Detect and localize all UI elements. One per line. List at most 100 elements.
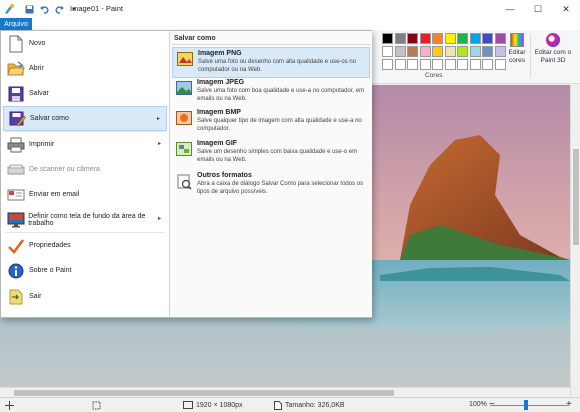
info-icon xyxy=(6,261,26,281)
open-folder-icon xyxy=(6,59,26,79)
color-swatch[interactable] xyxy=(432,33,443,44)
file-size: Tamanho: 326,0KB xyxy=(274,401,345,410)
desktop-background-icon xyxy=(6,210,25,230)
color-swatch[interactable] xyxy=(457,33,468,44)
tab-arquivo[interactable]: Arquivo xyxy=(0,18,32,30)
edit-with-paint3d-button[interactable]: Editar com o Paint 3D xyxy=(533,33,573,64)
save-as-format-title: Imagem PNG xyxy=(198,50,242,57)
zoom-level: 100% xyxy=(469,401,487,408)
file-menu-item[interactable]: Abrir xyxy=(3,56,167,81)
save-as-format-description: Salve qualquer tipo de imagem com alta q… xyxy=(197,118,362,132)
file-menu-item[interactable]: Salvar xyxy=(3,81,167,106)
undo-icon[interactable] xyxy=(38,3,50,15)
file-menu-item[interactable]: De scanner ou câmera xyxy=(3,157,167,182)
file-menu-item-label: Imprimir xyxy=(29,141,55,148)
file-menu-item-label: Novo xyxy=(29,40,46,47)
color-swatch[interactable] xyxy=(469,33,481,44)
save-as-submenu: Salvar como Imagem PNG Salve uma foto ou … xyxy=(170,31,372,317)
vertical-scroll-thumb[interactable] xyxy=(573,149,579,245)
color-swatch[interactable] xyxy=(382,46,393,57)
submenu-arrow-icon: ▸ xyxy=(157,216,161,222)
color-swatch[interactable] xyxy=(394,59,406,70)
color-swatch[interactable] xyxy=(407,46,418,57)
file-menu-item[interactable]: Sair xyxy=(3,284,167,309)
printer-icon xyxy=(6,135,26,155)
color-swatch[interactable] xyxy=(419,33,431,44)
minimize-button[interactable]: — xyxy=(496,0,524,18)
color-swatch[interactable] xyxy=(432,46,443,57)
file-menu-item[interactable]: Definir como tela de fundo da área de tr… xyxy=(3,207,167,232)
edit-colors-button[interactable]: Editar cores xyxy=(505,33,529,64)
color-swatch[interactable] xyxy=(482,33,493,44)
save-as-format-item[interactable]: Imagem PNG Salve uma foto ou desenho com … xyxy=(172,47,370,78)
save-as-format-item[interactable]: Imagem JPEG Salve uma foto com boa qualid… xyxy=(172,77,370,108)
color-swatch[interactable] xyxy=(382,33,393,44)
color-swatch[interactable] xyxy=(407,33,418,44)
file-menu-item[interactable]: Imprimir ▸ xyxy=(3,132,167,157)
file-menu-item[interactable]: Salvar como ▸ xyxy=(3,106,167,131)
exit-icon xyxy=(6,287,26,307)
file-menu: Novo Abrir Salvar Salvar como ▸ Imprimir ▸ De s… xyxy=(0,30,372,318)
color-swatch[interactable] xyxy=(494,33,506,44)
color-swatch[interactable] xyxy=(394,46,406,57)
file-menu-item-label: Enviar em email xyxy=(29,191,80,198)
edit-colors-label: Editar cores xyxy=(508,49,526,64)
colors-group-label: Cores xyxy=(425,72,443,79)
save-as-format-description: Salve uma foto com boa qualidade e use-a… xyxy=(197,88,365,102)
color-swatch[interactable] xyxy=(469,59,481,70)
save-as-icon xyxy=(7,109,27,129)
other-formats-icon xyxy=(176,174,192,190)
color-swatch[interactable] xyxy=(432,59,443,70)
color-swatch[interactable] xyxy=(482,59,493,70)
file-menu-item-label: Abrir xyxy=(29,65,44,72)
file-menu-item[interactable]: Sobre o Paint xyxy=(3,258,167,283)
color-swatch[interactable] xyxy=(382,59,393,70)
jpeg-image-icon xyxy=(176,81,192,95)
file-menu-item[interactable]: Propriedades xyxy=(3,233,167,258)
image-size-icon xyxy=(183,401,193,409)
save-as-format-item[interactable]: Outros formatos Abra a caixa de diálogo S… xyxy=(172,170,370,201)
zoom-in-button[interactable]: + xyxy=(566,399,572,410)
color-swatch[interactable] xyxy=(457,59,468,70)
save-as-format-item[interactable]: Imagem BMP Salve qualquer tipo de imagem … xyxy=(172,107,370,138)
file-size-icon xyxy=(274,401,282,410)
new-file-icon xyxy=(6,34,26,54)
color-swatch[interactable] xyxy=(494,46,506,57)
color-swatch[interactable] xyxy=(419,59,431,70)
color-swatch[interactable] xyxy=(444,33,456,44)
ribbon-tab-bar: Arquivo xyxy=(0,18,580,30)
save-as-format-description: Abra a caixa de diálogo Salvar Como para… xyxy=(197,181,364,195)
save-icon[interactable] xyxy=(23,3,35,15)
ribbon-divider xyxy=(530,34,531,78)
color-swatch[interactable] xyxy=(444,46,456,57)
file-menu-item-label: Definir como tela de fundo da área de tr… xyxy=(28,212,146,227)
submenu-arrow-icon: ▸ xyxy=(156,116,160,122)
color-swatch[interactable] xyxy=(469,46,481,57)
redo-icon[interactable] xyxy=(53,3,65,15)
color-swatch[interactable] xyxy=(407,59,418,70)
save-as-format-item[interactable]: Imagem GIF Salve um desenho simples com b… xyxy=(172,138,370,169)
save-as-format-title: Outros formatos xyxy=(197,172,252,179)
color-swatch[interactable] xyxy=(482,46,493,57)
color-swatch[interactable] xyxy=(457,46,468,57)
color-swatch[interactable] xyxy=(419,46,431,57)
gif-image-icon xyxy=(176,142,192,156)
zoom-slider-thumb[interactable] xyxy=(524,400,528,410)
file-size-text: Tamanho: 326,0KB xyxy=(285,402,345,409)
horizontal-scroll-thumb[interactable] xyxy=(14,390,394,396)
maximize-button[interactable]: ☐ xyxy=(524,0,552,18)
color-swatch[interactable] xyxy=(394,33,406,44)
paint3d-icon xyxy=(546,33,560,47)
vertical-scrollbar[interactable] xyxy=(570,85,580,397)
zoom-slider[interactable] xyxy=(490,405,568,406)
cursor-position-icon xyxy=(5,401,14,410)
file-menu-item-label: De scanner ou câmera xyxy=(29,166,100,173)
file-menu-item[interactable]: Novo xyxy=(3,31,167,56)
file-menu-item[interactable]: Enviar em email xyxy=(3,182,167,207)
color-swatch[interactable] xyxy=(494,59,506,70)
save-as-format-title: Imagem BMP xyxy=(197,109,241,116)
color-swatch[interactable] xyxy=(444,59,456,70)
horizontal-scrollbar[interactable] xyxy=(0,387,570,397)
close-button[interactable]: ✕ xyxy=(552,0,580,18)
file-menu-commands: Novo Abrir Salvar Salvar como ▸ Imprimir ▸ De s… xyxy=(1,31,169,317)
